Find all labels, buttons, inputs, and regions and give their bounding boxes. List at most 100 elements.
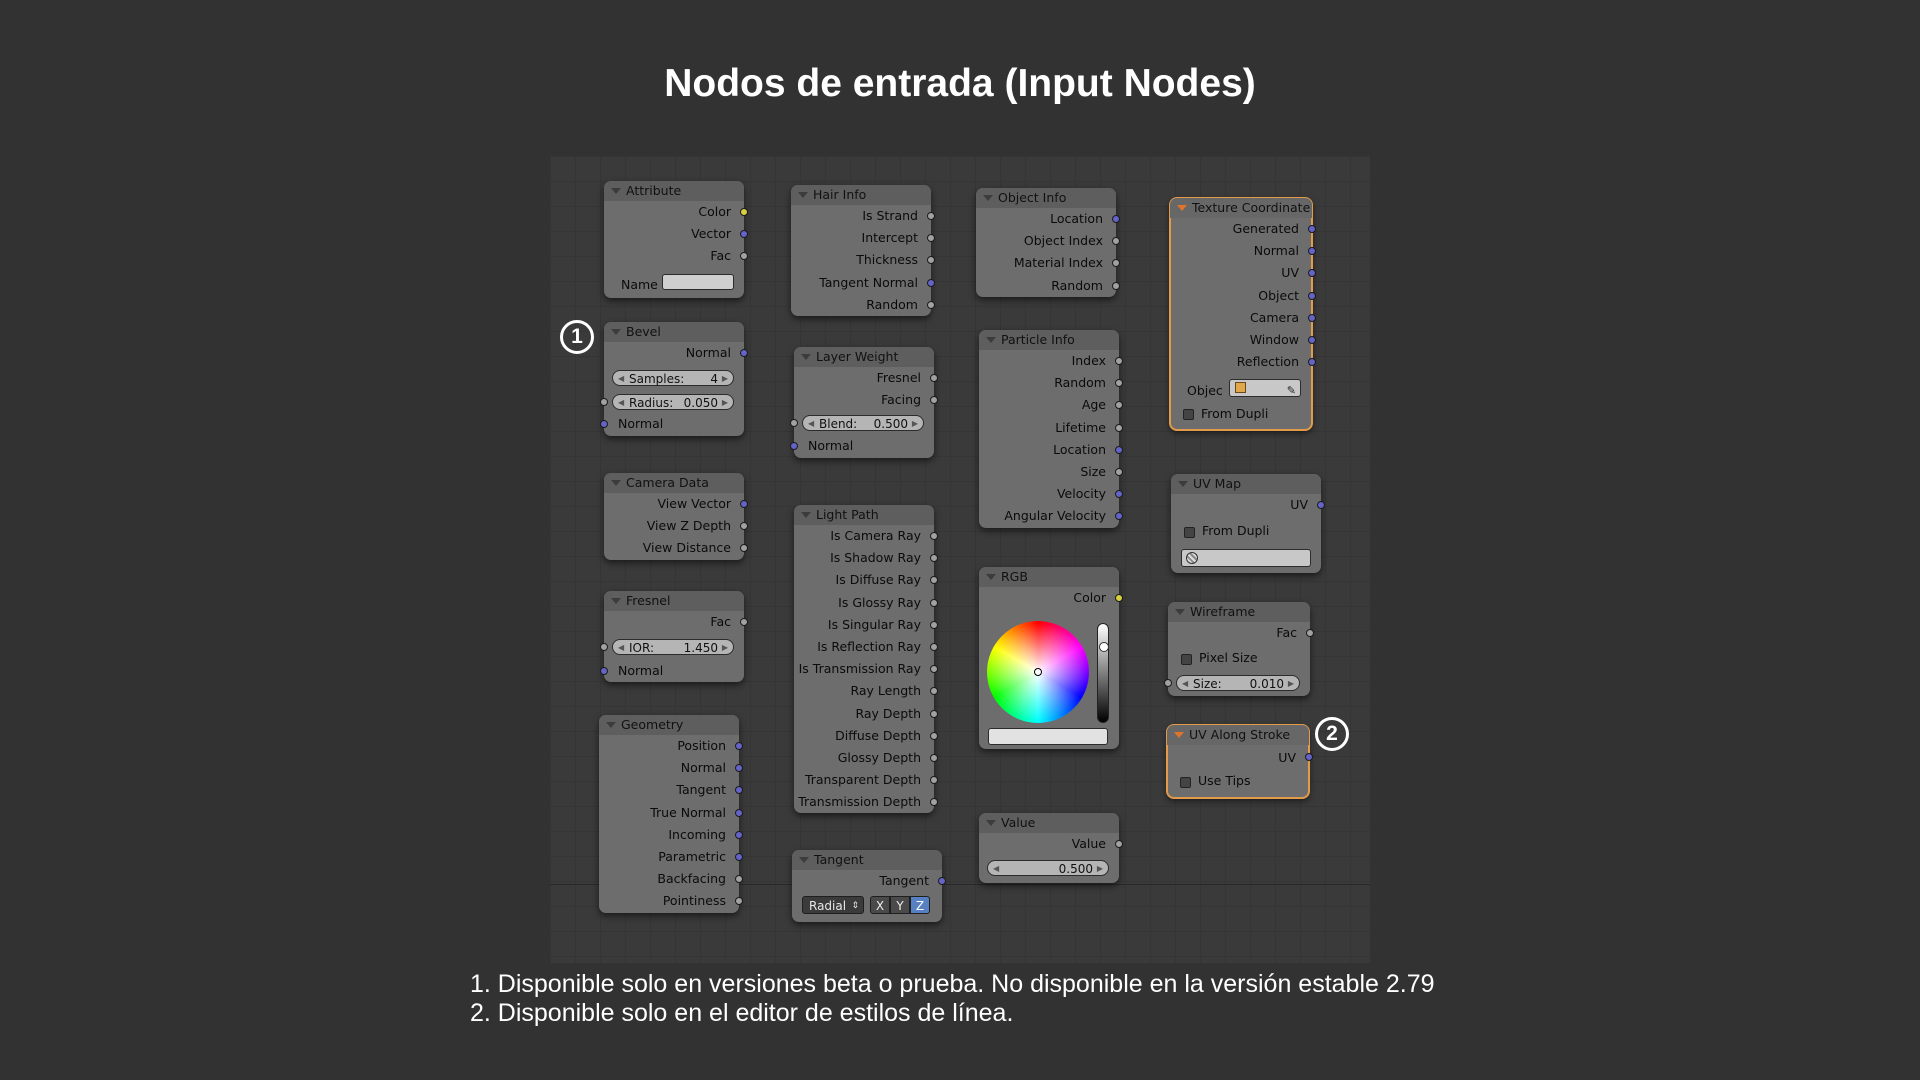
socket-dot[interactable] bbox=[735, 742, 743, 750]
node-header[interactable]: Value bbox=[979, 813, 1119, 833]
layer-weight-node[interactable]: Layer Weight Fresnel Facing ◀ Blend: 0.500… bbox=[790, 347, 938, 458]
rgb-node[interactable]: RGB Color bbox=[979, 567, 1123, 749]
collapse-arrow-icon[interactable] bbox=[611, 188, 621, 194]
socket-dot[interactable] bbox=[927, 212, 935, 220]
color-picker-cursor-icon[interactable] bbox=[1034, 668, 1042, 676]
socket-dot[interactable] bbox=[1308, 247, 1316, 256]
socket-dot[interactable] bbox=[600, 643, 608, 652]
socket-dot[interactable] bbox=[927, 278, 935, 287]
socket-dot[interactable] bbox=[1164, 679, 1172, 688]
socket-dot[interactable] bbox=[740, 230, 748, 239]
from-dupli-checkbox[interactable] bbox=[1184, 527, 1195, 539]
blend-field[interactable]: ◀ Blend: 0.500 ▶ bbox=[802, 415, 924, 432]
socket-dot[interactable] bbox=[930, 532, 938, 540]
socket-dot[interactable] bbox=[735, 852, 743, 861]
size-field[interactable]: ◀ Size: 0.010 ▶ bbox=[1176, 675, 1300, 692]
attribute-node[interactable]: Attribute Color Vector Fac Name bbox=[604, 181, 748, 298]
node-header[interactable]: Particle Info bbox=[979, 330, 1119, 350]
node-header[interactable]: UV Along Stroke bbox=[1167, 725, 1309, 745]
camera-data-node[interactable]: Camera Data View Vector View Z Depth Vie… bbox=[604, 473, 748, 560]
socket-dot[interactable] bbox=[1112, 281, 1120, 290]
decrement-arrow-icon[interactable]: ◀ bbox=[993, 861, 999, 877]
bevel-node[interactable]: Bevel Normal ◀ Samples: 4 ▶ ◀ Radius: 0.050 ▶ … bbox=[600, 322, 748, 436]
socket-dot[interactable] bbox=[740, 252, 748, 261]
socket-dot[interactable] bbox=[600, 420, 608, 429]
socket-dot[interactable] bbox=[740, 522, 748, 531]
increment-arrow-icon[interactable]: ▶ bbox=[722, 371, 728, 387]
texture-coordinate-node[interactable]: Texture Coordinate Generated Normal UV O… bbox=[1169, 197, 1316, 431]
socket-dot[interactable] bbox=[1305, 753, 1313, 761]
eyedropper-icon[interactable]: ✎ bbox=[1287, 380, 1296, 402]
node-header[interactable]: Layer Weight bbox=[794, 347, 934, 367]
geometry-node[interactable]: Geometry Position Normal Tangent True No… bbox=[599, 715, 743, 913]
decrement-arrow-icon[interactable]: ◀ bbox=[618, 371, 624, 387]
node-header[interactable]: Texture Coordinate bbox=[1170, 198, 1312, 218]
socket-dot[interactable] bbox=[1115, 840, 1123, 848]
socket-dot[interactable] bbox=[735, 830, 743, 839]
node-header[interactable]: UV Map bbox=[1171, 474, 1321, 494]
socket-dot[interactable] bbox=[735, 875, 743, 884]
socket-dot[interactable] bbox=[790, 419, 798, 428]
socket-dot[interactable] bbox=[930, 665, 938, 674]
socket-dot[interactable] bbox=[930, 576, 938, 585]
name-input[interactable] bbox=[662, 273, 734, 290]
collapse-arrow-icon[interactable] bbox=[1175, 609, 1185, 615]
socket-dot[interactable] bbox=[1317, 501, 1325, 509]
increment-arrow-icon[interactable]: ▶ bbox=[722, 640, 728, 656]
socket-dot[interactable] bbox=[930, 554, 938, 563]
socket-dot[interactable] bbox=[1115, 467, 1123, 476]
socket-dot[interactable] bbox=[740, 618, 748, 626]
collapse-arrow-icon[interactable] bbox=[799, 857, 809, 863]
socket-dot[interactable] bbox=[1112, 237, 1120, 246]
socket-dot[interactable] bbox=[740, 544, 748, 553]
node-header[interactable]: Tangent bbox=[792, 850, 942, 870]
axis-x-button[interactable]: X bbox=[870, 896, 890, 915]
collapse-arrow-icon[interactable] bbox=[1178, 481, 1188, 487]
node-header[interactable]: Object Info bbox=[976, 188, 1116, 208]
collapse-arrow-icon[interactable] bbox=[983, 195, 993, 201]
socket-dot[interactable] bbox=[930, 598, 938, 607]
collapse-arrow-icon[interactable] bbox=[1177, 205, 1187, 211]
node-header[interactable]: Light Path bbox=[794, 505, 934, 525]
use-tips-checkbox[interactable] bbox=[1180, 777, 1191, 788]
radius-field[interactable]: ◀ Radius: 0.050 ▶ bbox=[612, 394, 734, 411]
socket-dot[interactable] bbox=[1115, 490, 1123, 499]
decrement-arrow-icon[interactable]: ◀ bbox=[1182, 676, 1188, 692]
socket-dot[interactable] bbox=[1308, 335, 1316, 344]
increment-arrow-icon[interactable]: ▶ bbox=[722, 395, 728, 411]
node-header[interactable]: Wireframe bbox=[1168, 602, 1310, 622]
socket-dot[interactable] bbox=[1308, 313, 1316, 322]
socket-dot[interactable] bbox=[1308, 291, 1316, 300]
socket-dot[interactable] bbox=[1115, 401, 1123, 410]
socket-dot[interactable] bbox=[930, 642, 938, 651]
tangent-node[interactable]: Tangent Tangent Radial ⇕ X Y Z bbox=[792, 850, 946, 923]
socket-dot[interactable] bbox=[1115, 423, 1123, 432]
collapse-arrow-icon[interactable] bbox=[606, 722, 616, 728]
socket-dot[interactable] bbox=[600, 398, 608, 407]
value-slider[interactable] bbox=[1097, 623, 1109, 723]
increment-arrow-icon[interactable]: ▶ bbox=[912, 416, 918, 432]
socket-dot[interactable] bbox=[927, 256, 935, 265]
socket-dot[interactable] bbox=[1115, 357, 1123, 365]
socket-dot[interactable] bbox=[740, 500, 748, 508]
value-node[interactable]: Value Value ◀ 0.500 ▶ bbox=[979, 813, 1123, 884]
uv-map-selector[interactable] bbox=[1181, 549, 1311, 568]
uv-along-stroke-node[interactable]: UV Along Stroke UV Use Tips bbox=[1166, 724, 1313, 799]
collapse-arrow-icon[interactable] bbox=[611, 480, 621, 486]
object-info-node[interactable]: Object Info Location Object Index Materi… bbox=[976, 188, 1120, 297]
socket-dot[interactable] bbox=[927, 300, 935, 309]
node-header[interactable]: Hair Info bbox=[791, 185, 931, 205]
hair-info-node[interactable]: Hair Info Is Strand Intercept Thickness … bbox=[791, 185, 935, 316]
light-path-node[interactable]: Light Path Is Camera Ray Is Shadow Ray I… bbox=[794, 505, 938, 814]
socket-dot[interactable] bbox=[600, 667, 608, 676]
object-picker[interactable]: ✎ bbox=[1229, 379, 1301, 398]
socket-dot[interactable] bbox=[1112, 259, 1120, 268]
socket-dot[interactable] bbox=[1308, 269, 1316, 278]
socket-dot[interactable] bbox=[930, 798, 938, 807]
node-header[interactable]: Geometry bbox=[599, 715, 739, 735]
node-header[interactable]: Camera Data bbox=[604, 473, 744, 493]
socket-dot[interactable] bbox=[735, 764, 743, 773]
direction-dropdown[interactable]: Radial ⇕ bbox=[802, 896, 864, 915]
socket-dot[interactable] bbox=[735, 897, 743, 906]
collapse-arrow-icon[interactable] bbox=[1174, 732, 1184, 738]
